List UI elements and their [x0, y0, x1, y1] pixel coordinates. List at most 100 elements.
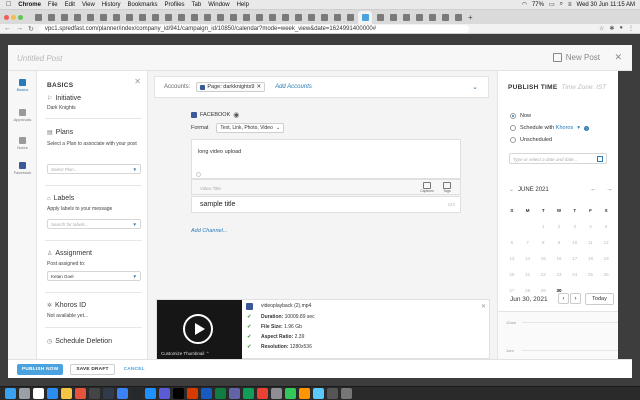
calendar-icon[interactable] — [597, 156, 603, 162]
notes-icon[interactable] — [61, 388, 72, 399]
add-accounts-link[interactable]: Add Accounts — [275, 84, 312, 90]
control-center-icon[interactable]: ≡ — [568, 2, 572, 8]
new-post-button[interactable]: New Post — [552, 53, 600, 62]
message-textarea[interactable]: long video upload — [191, 139, 461, 179]
excel-icon[interactable] — [215, 388, 226, 399]
profile-icon[interactable]: ● — [619, 25, 623, 32]
rail-item-approvals[interactable]: Approvals — [8, 109, 37, 122]
search-icon[interactable]: ⌕ — [560, 1, 563, 8]
radio-now[interactable]: Now — [510, 113, 531, 119]
browser-tab[interactable] — [345, 12, 355, 22]
remove-video-icon[interactable]: ✕ — [481, 303, 486, 310]
word-icon[interactable] — [201, 388, 212, 399]
browser-tab[interactable] — [280, 12, 290, 22]
browser-tab[interactable] — [46, 12, 56, 22]
mail-icon[interactable] — [257, 388, 268, 399]
browser-tab[interactable] — [176, 12, 186, 22]
wifi-icon[interactable]: ◠ — [522, 1, 527, 8]
url-field[interactable]: vpc1.spredfast.com/planner/index/company… — [38, 24, 469, 33]
menu-view[interactable]: View — [82, 2, 95, 8]
browser-tab[interactable] — [189, 12, 199, 22]
rail-item-facebook[interactable]: Facebook — [8, 162, 37, 175]
date-input[interactable]: Type or select a date and date... — [509, 153, 607, 164]
video-thumbnail[interactable]: Customize Thumbnail ⌃ — [157, 300, 242, 360]
teams-icon[interactable] — [229, 388, 240, 399]
battery-percent[interactable]: 77% — [532, 2, 544, 8]
publish-now-button[interactable]: PUBLISH NOW — [17, 363, 64, 375]
github-desktop-icon[interactable] — [131, 388, 142, 399]
browser-tab[interactable] — [111, 12, 121, 22]
next-day-button[interactable]: › — [570, 293, 581, 304]
apple-icon[interactable]:  — [6, 1, 11, 8]
finder-icon[interactable] — [5, 388, 16, 399]
launchpad-icon[interactable] — [19, 388, 30, 399]
photos-icon[interactable] — [313, 388, 324, 399]
app-store-icon[interactable] — [117, 388, 128, 399]
vlc-icon[interactable] — [299, 388, 310, 399]
vscode-icon[interactable] — [145, 388, 156, 399]
browser-tab[interactable] — [85, 12, 95, 22]
labels-search[interactable]: Search for labels... ▼ — [47, 219, 141, 229]
chrome-icon[interactable] — [33, 388, 44, 399]
previous-day-button[interactable]: ‹ — [558, 293, 569, 304]
browser-tab[interactable] — [332, 12, 342, 22]
emoji-icon[interactable] — [196, 172, 201, 177]
account-chip[interactable]: Page: darkknights9 ✕ — [196, 82, 266, 92]
battery-icon[interactable]: ▭ — [549, 1, 555, 8]
remove-account-icon[interactable]: ✕ — [256, 84, 261, 90]
browser-tab[interactable] — [215, 12, 225, 22]
calendar-day-today[interactable]: 30 — [551, 288, 567, 293]
calendar-month-header[interactable]: ⌄ JUNE 2021 — [509, 186, 549, 194]
browser-tab[interactable] — [306, 12, 316, 22]
help-icon[interactable]: ? — [583, 125, 589, 131]
rail-item-basics[interactable]: Basics — [8, 79, 37, 92]
powerpoint-icon[interactable] — [187, 388, 198, 399]
save-draft-button[interactable]: SAVE DRAFT — [70, 363, 115, 375]
close-icon[interactable]: ✕ — [614, 52, 622, 63]
new-tab-icon[interactable]: + — [468, 13, 473, 22]
assignee-select[interactable]: Ketan Goel ▼ — [47, 271, 141, 281]
slack-icon[interactable] — [159, 388, 170, 399]
folder-icon[interactable] — [327, 388, 338, 399]
tags-button[interactable]: Tags — [438, 181, 456, 195]
radio-schedule-with-khoros[interactable]: Schedule with Khoros ▾ ? — [510, 125, 589, 131]
browser-tab[interactable] — [440, 12, 450, 22]
post-title[interactable]: Untitled Post — [17, 54, 62, 63]
browser-tab[interactable] — [254, 12, 264, 22]
cancel-button[interactable]: CANCEL — [122, 364, 147, 375]
browser-tab[interactable] — [375, 12, 385, 22]
menu-edit[interactable]: Edit — [65, 2, 75, 8]
format-select[interactable]: Text, Link, Photo, Video ⌄ — [216, 123, 285, 133]
browser-tab[interactable] — [453, 12, 463, 22]
menu-history[interactable]: History — [102, 2, 121, 8]
browser-tab[interactable] — [427, 12, 437, 22]
customize-thumbnail-link[interactable]: Customize Thumbnail ⌃ — [161, 351, 209, 357]
intellij-icon[interactable] — [173, 388, 184, 399]
chevron-down-icon[interactable]: ▾ — [577, 125, 580, 131]
video-title-input[interactable]: sample title 243 — [191, 196, 461, 213]
preview-eye-icon[interactable]: ◉ — [233, 111, 239, 119]
next-month-icon[interactable]: → — [606, 186, 613, 193]
browser-tab[interactable] — [401, 12, 411, 22]
browser-tab-active[interactable] — [358, 11, 372, 24]
close-panel-icon[interactable]: ✕ — [134, 77, 141, 86]
today-button[interactable]: Today — [585, 293, 614, 305]
browser-tab[interactable] — [59, 12, 69, 22]
browser-tab[interactable] — [137, 12, 147, 22]
traffic-light-icons[interactable] — [4, 12, 30, 22]
add-channel-link[interactable]: Add Channel... — [191, 228, 227, 234]
plans-select[interactable]: Select Plan... ▼ — [47, 164, 141, 174]
browser-tab[interactable] — [163, 12, 173, 22]
browser-tab[interactable] — [72, 12, 82, 22]
browser-tab[interactable] — [98, 12, 108, 22]
back-icon[interactable]: ← — [4, 25, 11, 32]
reload-icon[interactable]: ↻ — [28, 25, 34, 33]
play-icon[interactable] — [183, 314, 213, 344]
browser-tab[interactable] — [124, 12, 134, 22]
system-preferences-icon[interactable] — [271, 388, 282, 399]
browser-tab[interactable] — [414, 12, 424, 22]
menu-tab[interactable]: Tab — [192, 2, 202, 8]
browser-tab[interactable] — [319, 12, 329, 22]
xcode-icon[interactable] — [103, 388, 114, 399]
bookmark-star-icon[interactable]: ☆ — [599, 25, 604, 32]
